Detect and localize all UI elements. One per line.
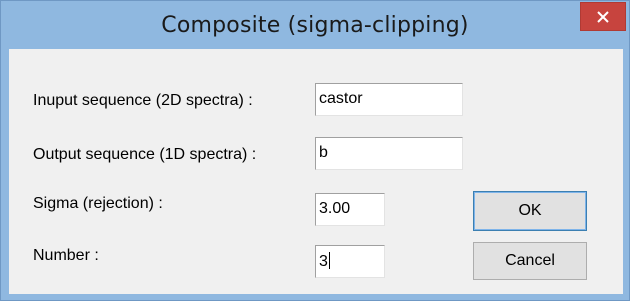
close-icon xyxy=(597,11,609,23)
number-label: Number : xyxy=(33,247,99,264)
sigma-field[interactable]: 3.00 xyxy=(315,193,385,226)
dialog-title: Composite (sigma-clipping) xyxy=(161,13,469,38)
dialog-body: Inuput sequence (2D spectra) : castor Ou… xyxy=(9,49,623,294)
sigma-value: 3.00 xyxy=(319,200,351,217)
close-button[interactable] xyxy=(580,2,626,31)
number-field[interactable]: 3 xyxy=(315,245,385,278)
dialog-window: Composite (sigma-clipping) Inuput sequen… xyxy=(0,0,630,301)
cancel-button[interactable]: Cancel xyxy=(473,242,587,280)
output-sequence-label: Output sequence (1D spectra) : xyxy=(33,146,257,163)
input-sequence-value: castor xyxy=(319,90,363,107)
title-bar[interactable]: Composite (sigma-clipping) xyxy=(1,1,629,49)
input-sequence-field[interactable]: castor xyxy=(315,83,463,116)
input-sequence-label: Inuput sequence (2D spectra) : xyxy=(33,92,253,109)
text-cursor xyxy=(328,252,330,269)
number-value: 3 xyxy=(319,253,328,270)
sigma-label: Sigma (rejection) : xyxy=(33,195,163,212)
output-sequence-value: b xyxy=(319,144,328,161)
output-sequence-field[interactable]: b xyxy=(315,137,463,170)
ok-button[interactable]: OK xyxy=(473,191,587,231)
